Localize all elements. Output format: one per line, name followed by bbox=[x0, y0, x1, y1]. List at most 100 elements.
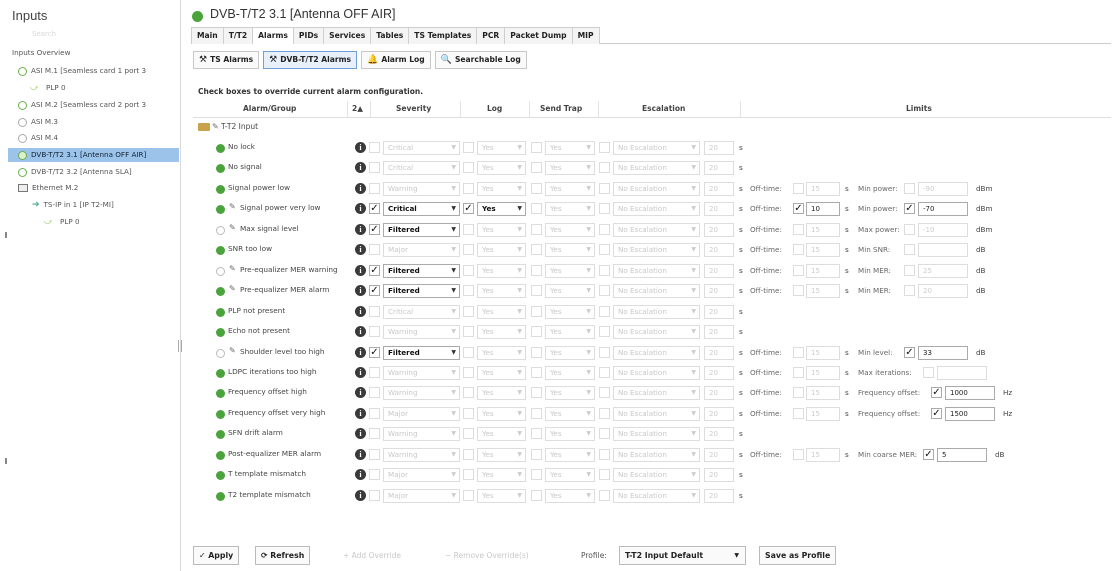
log-select[interactable]: Yes ▼ bbox=[477, 305, 526, 319]
escalation-interval-input[interactable]: 20 bbox=[704, 468, 734, 482]
trap-override-checkbox[interactable] bbox=[531, 449, 542, 460]
log-override-checkbox[interactable] bbox=[463, 449, 474, 460]
off-time-checkbox[interactable] bbox=[793, 367, 804, 378]
severity-override-checkbox[interactable] bbox=[369, 387, 380, 398]
log-override-checkbox[interactable] bbox=[463, 469, 474, 480]
off-time-input[interactable]: 15 bbox=[806, 386, 840, 400]
log-select[interactable]: Yes ▼ bbox=[477, 366, 526, 380]
severity-override-checkbox[interactable] bbox=[369, 183, 380, 194]
limit-value-input[interactable]: 33 bbox=[918, 346, 968, 360]
severity-select[interactable]: Warning ▼ bbox=[383, 448, 460, 462]
severity-select[interactable]: Critical ▼ bbox=[383, 305, 460, 319]
off-time-input[interactable]: 15 bbox=[806, 448, 840, 462]
off-time-checkbox[interactable]: ✓ bbox=[793, 203, 804, 214]
send-trap-select[interactable]: Yes ▼ bbox=[545, 427, 595, 441]
severity-select[interactable]: Filtered ▼ bbox=[383, 346, 460, 360]
limit-override-checkbox[interactable]: ✓ bbox=[904, 203, 915, 214]
log-select[interactable]: Yes ▼ bbox=[477, 284, 526, 298]
log-select[interactable]: Yes ▼ bbox=[477, 325, 526, 339]
off-time-input[interactable]: 15 bbox=[806, 366, 840, 380]
escalation-select[interactable]: No Escalation ▼ bbox=[613, 448, 700, 462]
info-icon[interactable]: i bbox=[355, 285, 366, 296]
tree-item-asi-m3[interactable]: ASI M.3 bbox=[18, 115, 58, 129]
escalation-select[interactable]: No Escalation ▼ bbox=[613, 468, 700, 482]
info-icon[interactable]: i bbox=[355, 244, 366, 255]
log-select[interactable]: Yes ▼ bbox=[477, 223, 526, 237]
escalation-interval-input[interactable]: 20 bbox=[704, 366, 734, 380]
escalation-interval-input[interactable]: 20 bbox=[704, 448, 734, 462]
severity-select[interactable]: Major ▼ bbox=[383, 468, 460, 482]
info-icon[interactable]: i bbox=[355, 224, 366, 235]
escalation-select[interactable]: No Escalation ▼ bbox=[613, 223, 700, 237]
log-override-checkbox[interactable] bbox=[463, 224, 474, 235]
send-trap-select[interactable]: Yes ▼ bbox=[545, 407, 595, 421]
escalation-override-checkbox[interactable] bbox=[599, 142, 610, 153]
escalation-select[interactable]: No Escalation ▼ bbox=[613, 427, 700, 441]
escalation-override-checkbox[interactable] bbox=[599, 347, 610, 358]
log-override-checkbox[interactable] bbox=[463, 387, 474, 398]
escalation-interval-input[interactable]: 20 bbox=[704, 243, 734, 257]
trap-override-checkbox[interactable] bbox=[531, 265, 542, 276]
trap-override-checkbox[interactable] bbox=[531, 162, 542, 173]
log-select[interactable]: Yes ▼ bbox=[477, 468, 526, 482]
log-override-checkbox[interactable] bbox=[463, 142, 474, 153]
info-icon[interactable]: i bbox=[355, 203, 366, 214]
severity-override-checkbox[interactable]: ✓ bbox=[369, 285, 380, 296]
severity-select[interactable]: Filtered ▼ bbox=[383, 284, 460, 298]
info-icon[interactable]: i bbox=[355, 347, 366, 358]
trap-override-checkbox[interactable] bbox=[531, 428, 542, 439]
tab-alarms[interactable]: Alarms bbox=[252, 27, 294, 44]
tree-item-dvbt-3-1[interactable]: DVB-T/T2 3.1 [Antenna OFF AIR] bbox=[8, 148, 179, 162]
escalation-override-checkbox[interactable] bbox=[599, 224, 610, 235]
severity-select[interactable]: Major ▼ bbox=[383, 489, 460, 503]
limit-override-checkbox[interactable] bbox=[923, 367, 934, 378]
tree-item-ethernet-m2[interactable]: Ethernet M.2 bbox=[18, 181, 78, 195]
trap-override-checkbox[interactable] bbox=[531, 203, 542, 214]
log-override-checkbox[interactable]: ✓ bbox=[463, 203, 474, 214]
log-select[interactable]: Yes ▼ bbox=[477, 202, 526, 216]
severity-override-checkbox[interactable] bbox=[369, 326, 380, 337]
severity-select[interactable]: Critical ▼ bbox=[383, 161, 460, 175]
panel-splitter-handle[interactable] bbox=[178, 340, 182, 352]
severity-select[interactable]: Warning ▼ bbox=[383, 386, 460, 400]
trap-override-checkbox[interactable] bbox=[531, 490, 542, 501]
escalation-override-checkbox[interactable] bbox=[599, 367, 610, 378]
send-trap-select[interactable]: Yes ▼ bbox=[545, 264, 595, 278]
escalation-override-checkbox[interactable] bbox=[599, 428, 610, 439]
send-trap-select[interactable]: Yes ▼ bbox=[545, 366, 595, 380]
tab-tables[interactable]: Tables bbox=[370, 27, 410, 44]
info-icon[interactable]: i bbox=[355, 162, 366, 173]
info-icon[interactable]: i bbox=[355, 469, 366, 480]
off-time-checkbox[interactable] bbox=[793, 449, 804, 460]
log-select[interactable]: Yes ▼ bbox=[477, 182, 526, 196]
severity-override-checkbox[interactable] bbox=[369, 449, 380, 460]
column-header-escalation[interactable]: Escalation bbox=[642, 104, 685, 113]
tree-item-plp0-ip[interactable]: ⤻ PLP 0 bbox=[44, 215, 80, 229]
log-override-checkbox[interactable] bbox=[463, 265, 474, 276]
off-time-checkbox[interactable] bbox=[793, 408, 804, 419]
off-time-checkbox[interactable] bbox=[793, 347, 804, 358]
escalation-select[interactable]: No Escalation ▼ bbox=[613, 182, 700, 196]
off-time-input[interactable]: 15 bbox=[806, 407, 840, 421]
severity-override-checkbox[interactable] bbox=[369, 490, 380, 501]
remove-override-button[interactable]: − Remove Override(s) bbox=[445, 551, 529, 560]
severity-override-checkbox[interactable] bbox=[369, 428, 380, 439]
log-override-checkbox[interactable] bbox=[463, 347, 474, 358]
off-time-checkbox[interactable] bbox=[793, 224, 804, 235]
escalation-interval-input[interactable]: 20 bbox=[704, 325, 734, 339]
off-time-checkbox[interactable] bbox=[793, 387, 804, 398]
escalation-override-checkbox[interactable] bbox=[599, 265, 610, 276]
severity-select[interactable]: Critical ▼ bbox=[383, 202, 460, 216]
tree-item-ts-ip-in-1[interactable]: ➔ TS-IP in 1 [IP T2-MI] bbox=[32, 198, 114, 212]
trap-override-checkbox[interactable] bbox=[531, 387, 542, 398]
tab-mip[interactable]: MIP bbox=[571, 27, 600, 44]
log-select[interactable]: Yes ▼ bbox=[477, 427, 526, 441]
tree-item-dvbt-3-2[interactable]: DVB-T/T2 3.2 [Antenna SLA] bbox=[18, 165, 132, 179]
info-icon[interactable]: i bbox=[355, 387, 366, 398]
info-icon[interactable]: i bbox=[355, 449, 366, 460]
off-time-input[interactable]: 15 bbox=[806, 182, 840, 196]
send-trap-select[interactable]: Yes ▼ bbox=[545, 346, 595, 360]
trap-override-checkbox[interactable] bbox=[531, 244, 542, 255]
limit-value-input[interactable]: -70 bbox=[918, 202, 968, 216]
send-trap-select[interactable]: Yes ▼ bbox=[545, 468, 595, 482]
